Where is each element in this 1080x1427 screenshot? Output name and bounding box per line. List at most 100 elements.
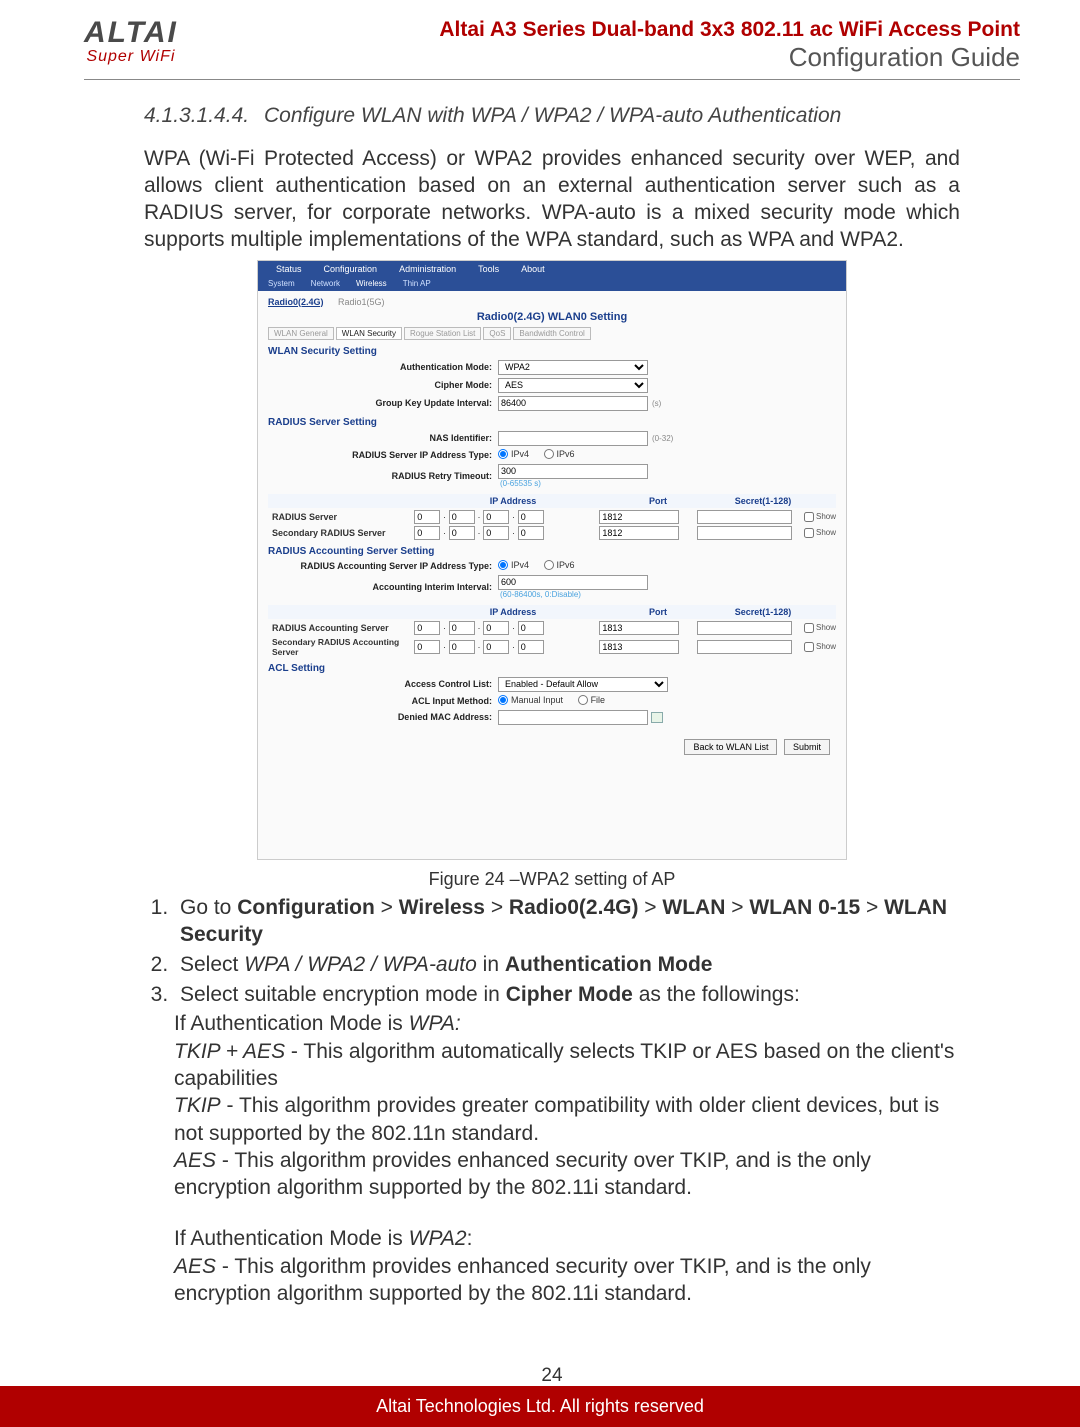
srs-ip-d[interactable] bbox=[518, 526, 544, 540]
radio-ipv6-2[interactable] bbox=[544, 560, 554, 570]
th-ipaddress-2: IP Address bbox=[418, 607, 608, 617]
input-nas[interactable] bbox=[498, 431, 648, 446]
rs-ip-d[interactable] bbox=[518, 510, 544, 524]
srs-ip-a[interactable] bbox=[414, 526, 440, 540]
label-auth-mode: Authentication Mode: bbox=[268, 362, 498, 372]
nav-tools[interactable]: Tools bbox=[478, 264, 499, 274]
select-auth-mode[interactable]: WPA2 bbox=[498, 360, 648, 375]
label-show-2: Show bbox=[816, 528, 836, 537]
srs-secret[interactable] bbox=[697, 526, 792, 540]
tab-qos[interactable]: QoS bbox=[483, 327, 511, 340]
intro-paragraph: WPA (Wi-Fi Protected Access) or WPA2 pro… bbox=[144, 146, 960, 254]
select-acl[interactable]: Enabled - Default Allow bbox=[498, 677, 668, 692]
label-radius-ip-type: RADIUS Server IP Address Type: bbox=[268, 450, 498, 460]
ras-ip-a[interactable] bbox=[414, 621, 440, 635]
submit-button[interactable]: Submit bbox=[784, 739, 830, 755]
radio-ipv4-2[interactable] bbox=[498, 560, 508, 570]
radio-ipv4-1[interactable] bbox=[498, 449, 508, 459]
subnav-wireless[interactable]: Wireless bbox=[356, 279, 387, 288]
subnav-system[interactable]: System bbox=[268, 279, 295, 288]
subnav-thinap[interactable]: Thin AP bbox=[403, 279, 431, 288]
nav-status[interactable]: Status bbox=[276, 264, 302, 274]
th-secret: Secret(1-128) bbox=[708, 496, 818, 506]
label-ipv4-2: IPv4 bbox=[511, 560, 529, 570]
paragraph-wpa2-heading: If Authentication Mode is WPA2: bbox=[174, 1225, 960, 1252]
sras-ip-b[interactable] bbox=[449, 640, 475, 654]
page-footer: Altai Technologies Ltd. All rights reser… bbox=[0, 1386, 1080, 1427]
srs-ip-b[interactable] bbox=[449, 526, 475, 540]
section-title: Configure WLAN with WPA / WPA2 / WPA-aut… bbox=[264, 104, 1020, 128]
page-number: 24 bbox=[84, 1365, 1020, 1387]
input-retry[interactable] bbox=[498, 464, 648, 479]
input-group-key[interactable] bbox=[498, 396, 648, 411]
th-port-2: Port bbox=[608, 607, 708, 617]
header-subtitle: Altai A3 Series Dual-band 3x3 802.11 ac … bbox=[202, 18, 1020, 42]
tab-wlan-general[interactable]: WLAN General bbox=[268, 327, 334, 340]
th-ipaddress: IP Address bbox=[418, 496, 608, 506]
nav-configuration[interactable]: Configuration bbox=[324, 264, 378, 274]
radio-file[interactable] bbox=[578, 695, 588, 705]
fig-topnav: Status Configuration Administration Tool… bbox=[258, 261, 846, 277]
input-denied-mac[interactable] bbox=[498, 710, 648, 725]
ras-port[interactable] bbox=[599, 621, 679, 635]
rs-secret[interactable] bbox=[697, 510, 792, 524]
sras-ip-a[interactable] bbox=[414, 640, 440, 654]
label-show-3: Show bbox=[816, 623, 836, 632]
rs-ip-c[interactable] bbox=[483, 510, 509, 524]
step-3: Select suitable encryption mode in Ciphe… bbox=[174, 981, 960, 1009]
label-secondary-radius-acct-server: Secondary RADIUS Accounting Server bbox=[268, 637, 414, 657]
label-retry: RADIUS Retry Timeout: bbox=[268, 471, 498, 481]
rs-show[interactable] bbox=[804, 512, 814, 522]
tab-bandwidth[interactable]: Bandwidth Control bbox=[513, 327, 590, 340]
label-nas: NAS Identifier: bbox=[268, 433, 498, 443]
row-radius-acct-server: RADIUS Accounting Server ... Show bbox=[268, 621, 836, 635]
label-acct-ip-type: RADIUS Accounting Server IP Address Type… bbox=[268, 561, 498, 571]
hint-nas: (0-32) bbox=[652, 434, 673, 443]
row-secondary-radius-server: Secondary RADIUS Server ... Show bbox=[268, 526, 836, 540]
logo-text-top: ALTAI bbox=[84, 18, 178, 48]
logo-text-sub: Super WiFi bbox=[86, 48, 175, 66]
nav-about[interactable]: About bbox=[521, 264, 545, 274]
ras-ip-b[interactable] bbox=[449, 621, 475, 635]
back-button[interactable]: Back to WLAN List bbox=[684, 739, 777, 755]
sras-ip-c[interactable] bbox=[483, 640, 509, 654]
input-acct-interval[interactable] bbox=[498, 575, 648, 590]
label-secondary-radius-server: Secondary RADIUS Server bbox=[268, 528, 414, 538]
ras-ip-d[interactable] bbox=[518, 621, 544, 635]
link-radio1[interactable]: Radio1(5G) bbox=[338, 297, 385, 307]
select-cipher-mode[interactable]: AES bbox=[498, 378, 648, 393]
hint-acct-interval: (60-86400s, 0:Disable) bbox=[500, 590, 648, 599]
ras-ip-c[interactable] bbox=[483, 621, 509, 635]
label-ipv6: IPv6 bbox=[557, 449, 575, 459]
sras-ip-d[interactable] bbox=[518, 640, 544, 654]
steps-list: Go to Configuration > Wireless > Radio0(… bbox=[174, 894, 960, 1009]
label-acl-input-method: ACL Input Method: bbox=[268, 696, 498, 706]
label-manual: Manual Input bbox=[511, 695, 563, 705]
logo: ALTAI Super WiFi bbox=[84, 18, 178, 66]
rs-ip-a[interactable] bbox=[414, 510, 440, 524]
ras-secret[interactable] bbox=[697, 621, 792, 635]
link-radio0[interactable]: Radio0(2.4G) bbox=[268, 297, 324, 307]
nav-administration[interactable]: Administration bbox=[399, 264, 456, 274]
tab-wlan-security[interactable]: WLAN Security bbox=[336, 327, 402, 340]
th-secret-2: Secret(1-128) bbox=[708, 607, 818, 617]
tab-rogue[interactable]: Rogue Station List bbox=[404, 327, 481, 340]
ras-show[interactable] bbox=[804, 623, 814, 633]
rs-ip-b[interactable] bbox=[449, 510, 475, 524]
srs-show[interactable] bbox=[804, 528, 814, 538]
srs-port[interactable] bbox=[599, 526, 679, 540]
subnav-network[interactable]: Network bbox=[311, 279, 340, 288]
add-mac-icon[interactable] bbox=[651, 712, 663, 723]
heading-radius: RADIUS Server Setting bbox=[268, 417, 836, 428]
label-acct-interval: Accounting Interim Interval: bbox=[268, 582, 498, 592]
sras-show[interactable] bbox=[804, 642, 814, 652]
srs-ip-c[interactable] bbox=[483, 526, 509, 540]
label-radius-acct-server: RADIUS Accounting Server bbox=[268, 623, 414, 633]
rs-port[interactable] bbox=[599, 510, 679, 524]
sras-port[interactable] bbox=[599, 640, 679, 654]
radio-ipv6-1[interactable] bbox=[544, 449, 554, 459]
fig-subnav: System Network Wireless Thin AP bbox=[258, 277, 846, 291]
radio-manual[interactable] bbox=[498, 695, 508, 705]
step-2: Select WPA / WPA2 / WPA-auto in Authenti… bbox=[174, 951, 960, 979]
sras-secret[interactable] bbox=[697, 640, 792, 654]
